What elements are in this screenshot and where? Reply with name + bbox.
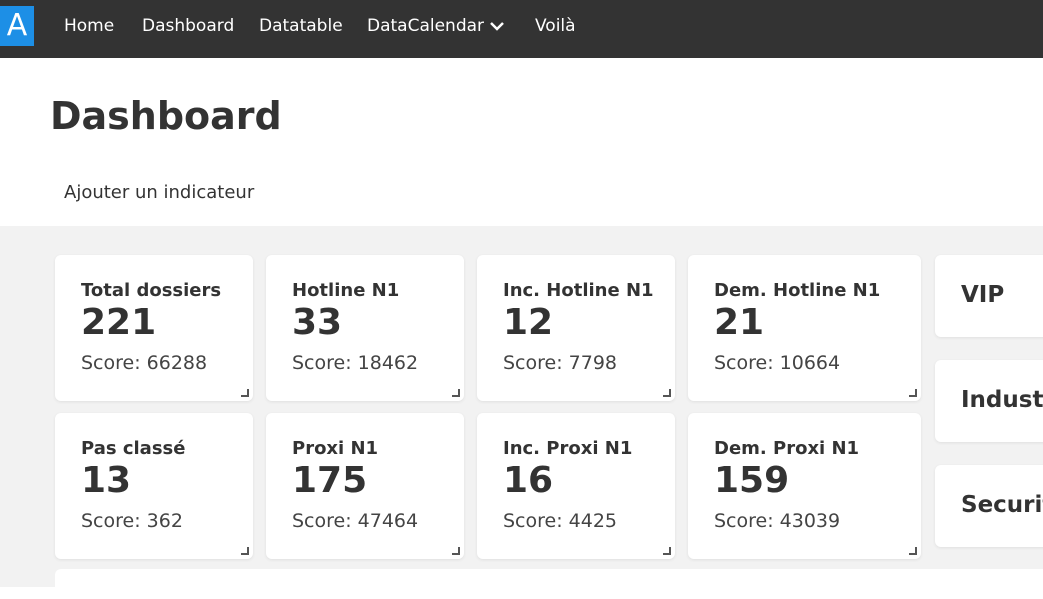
indicator-card-industry[interactable]: Industr: [935, 360, 1043, 442]
nav-home[interactable]: Home: [64, 14, 114, 38]
card-score: Score: 43039: [714, 510, 841, 532]
card-value: 159: [714, 460, 790, 501]
indicator-card[interactable]: Hotline N1 33 Score: 18462: [266, 255, 464, 401]
card-value: 21: [714, 302, 765, 343]
card-score: Score: 47464: [292, 510, 419, 532]
card-label: Dem. Hotline N1: [714, 280, 881, 301]
indicator-card[interactable]: Dem. Proxi N1 159 Score: 43039: [688, 413, 921, 559]
indicator-card[interactable]: Total dossiers 221 Score: 66288: [55, 255, 253, 401]
card-label: Industr: [961, 387, 1043, 413]
indicator-card[interactable]: Proxi N1 175 Score: 47464: [266, 413, 464, 559]
card-label: Pas classé: [81, 438, 186, 459]
card-label: Inc. Hotline N1: [503, 280, 654, 301]
card-label: Proxi N1: [292, 438, 379, 459]
resize-handle-icon[interactable]: [452, 389, 460, 397]
resize-handle-icon[interactable]: [452, 547, 460, 555]
card-value: 221: [81, 302, 157, 343]
resize-handle-icon[interactable]: [241, 547, 249, 555]
card-value: 16: [503, 460, 554, 501]
card-value: 13: [81, 460, 132, 501]
card-label: Securit: [961, 492, 1043, 518]
resize-handle-icon[interactable]: [909, 389, 917, 397]
nav-datacalendar-label: DataCalendar: [367, 16, 485, 36]
resize-handle-icon[interactable]: [663, 547, 671, 555]
top-navbar: A Home Dashboard Datatable DataCalendar …: [0, 0, 1043, 58]
indicator-card[interactable]: Inc. Hotline N1 12 Score: 7798: [477, 255, 675, 401]
app-logo[interactable]: A: [0, 6, 34, 46]
indicator-card[interactable]: Inc. Proxi N1 16 Score: 4425: [477, 413, 675, 559]
nav-datatable[interactable]: Datatable: [259, 14, 343, 38]
card-value: 12: [503, 302, 554, 343]
next-card-row: [55, 569, 1043, 599]
indicator-card[interactable]: Pas classé 13 Score: 362: [55, 413, 253, 559]
card-value: 33: [292, 302, 343, 343]
chevron-down-icon: [490, 14, 504, 38]
page-title: Dashboard: [50, 94, 282, 138]
card-label: VIP: [961, 282, 1005, 308]
nav-datacalendar-dropdown[interactable]: DataCalendar: [367, 14, 504, 38]
card-score: Score: 66288: [81, 352, 208, 374]
indicator-card-vip[interactable]: VIP: [935, 255, 1043, 337]
add-indicator-link[interactable]: Ajouter un indicateur: [64, 181, 254, 205]
card-value: 175: [292, 460, 368, 501]
card-label: Dem. Proxi N1: [714, 438, 860, 459]
resize-handle-icon[interactable]: [241, 389, 249, 397]
card-score: Score: 4425: [503, 510, 618, 532]
card-score: Score: 362: [81, 510, 183, 532]
card-label: Hotline N1: [292, 280, 400, 301]
nav-dashboard[interactable]: Dashboard: [142, 14, 234, 38]
card-label: Inc. Proxi N1: [503, 438, 633, 459]
indicator-card-security[interactable]: Securit: [935, 465, 1043, 547]
nav-voila[interactable]: Voilà: [535, 14, 576, 38]
card-score: Score: 10664: [714, 352, 841, 374]
indicator-card[interactable]: Dem. Hotline N1 21 Score: 10664: [688, 255, 921, 401]
card-score: Score: 7798: [503, 352, 618, 374]
card-score: Score: 18462: [292, 352, 419, 374]
resize-handle-icon[interactable]: [909, 547, 917, 555]
resize-handle-icon[interactable]: [663, 389, 671, 397]
card-label: Total dossiers: [81, 280, 222, 301]
